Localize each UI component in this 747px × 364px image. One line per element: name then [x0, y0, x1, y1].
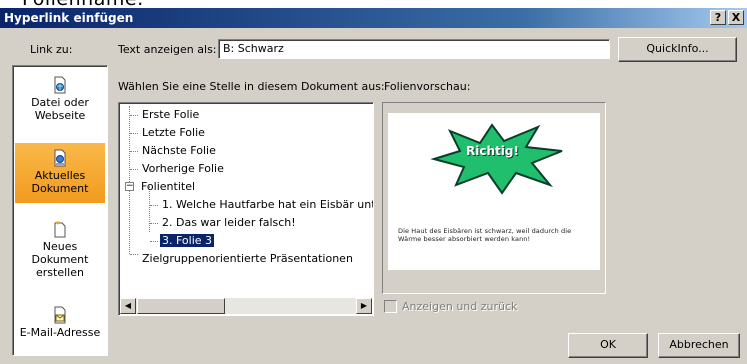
scroll-thumb[interactable] — [137, 298, 225, 314]
sidebar-item-label: Datei oder Webseite — [31, 96, 89, 122]
sidebar-item-email[interactable]: E-Mail-Adresse — [15, 302, 105, 352]
ok-button[interactable]: OK — [568, 333, 648, 358]
scroll-left-icon[interactable]: ◀ — [120, 298, 136, 314]
show-and-return-checkbox[interactable] — [384, 300, 397, 313]
sidebar-item-current-document[interactable]: Aktuelles Dokument — [15, 143, 105, 203]
tree-collapse-toggle[interactable]: − — [125, 182, 134, 191]
help-button[interactable]: ? — [710, 10, 726, 25]
show-and-return-label: Anzeigen und zurück — [402, 300, 518, 313]
sidebar-item-label: Aktuelles Dokument — [31, 169, 89, 195]
sidebar-item-web-page[interactable]: Datei oder Webseite — [15, 72, 105, 130]
slide-body-text: Die Haut des Eisbären ist schwarz, weil … — [398, 227, 572, 243]
title-bar: Hyperlink einfügen — [0, 8, 747, 28]
slide-preview-label: Folienvorschau: — [384, 80, 471, 93]
burst-shape — [430, 123, 563, 195]
new-document-icon — [54, 221, 66, 238]
hyperlink-dialog: Hyperlink einfügen ? X Link zu: Datei od… — [0, 8, 747, 364]
display-text-input[interactable]: B: Schwarz — [218, 39, 610, 59]
place-in-document-label: Wählen Sie eine Stelle in diesem Dokumen… — [118, 80, 385, 93]
tree-item-selected[interactable]: 3. Folie 3 — [150, 232, 216, 249]
burst-text: Richtig! — [466, 144, 519, 158]
tree-item[interactable]: Nächste Folie — [130, 142, 218, 159]
close-button[interactable]: X — [728, 10, 744, 25]
sidebar-item-label: E-Mail-Adresse — [19, 326, 101, 339]
horizontal-scrollbar[interactable]: ◀ ▶ — [120, 298, 372, 314]
tree-item[interactable]: Zielgruppenorientierte Präsentationen — [130, 250, 355, 267]
tree-item[interactable]: Letzte Folie — [130, 124, 207, 141]
tree-item[interactable]: 1. Welche Hautfarbe hat ein Eisbär unter… — [150, 196, 373, 213]
document-icon — [54, 149, 66, 167]
tree-item[interactable]: 2. Das war leider falsch! — [150, 214, 298, 231]
dialog-title: Hyperlink einfügen — [4, 11, 134, 25]
email-icon — [54, 306, 66, 324]
slide-thumbnail: Richtig! Die Haut des Eisbären ist schwa… — [388, 113, 600, 270]
tree-item[interactable]: Vorherige Folie — [130, 160, 226, 177]
link-to-sidebar: Datei oder Webseite Aktuelles Dokument N… — [12, 65, 108, 356]
sidebar-item-label: Neues Dokument erstellen — [31, 240, 89, 279]
sidebar-item-new-document[interactable]: Neues Dokument erstellen — [15, 216, 105, 288]
web-page-icon — [54, 76, 66, 94]
display-text-label: Text anzeigen als: — [118, 43, 217, 56]
scroll-right-icon[interactable]: ▶ — [356, 298, 372, 314]
link-to-label: Link zu: — [30, 43, 73, 56]
partial-top-text: Folienname: — [0, 0, 747, 8]
slide-preview: Richtig! Die Haut des Eisbären ist schwa… — [382, 102, 606, 294]
place-tree[interactable]: Erste Folie Letzte Folie Nächste Folie V… — [118, 102, 374, 316]
cancel-button[interactable]: Abbrechen — [658, 333, 740, 358]
tree-item-slide-titles[interactable]: Folientitel — [137, 178, 197, 195]
quickinfo-button[interactable]: QuickInfo... — [618, 37, 737, 62]
tree-item[interactable]: Erste Folie — [130, 106, 201, 123]
